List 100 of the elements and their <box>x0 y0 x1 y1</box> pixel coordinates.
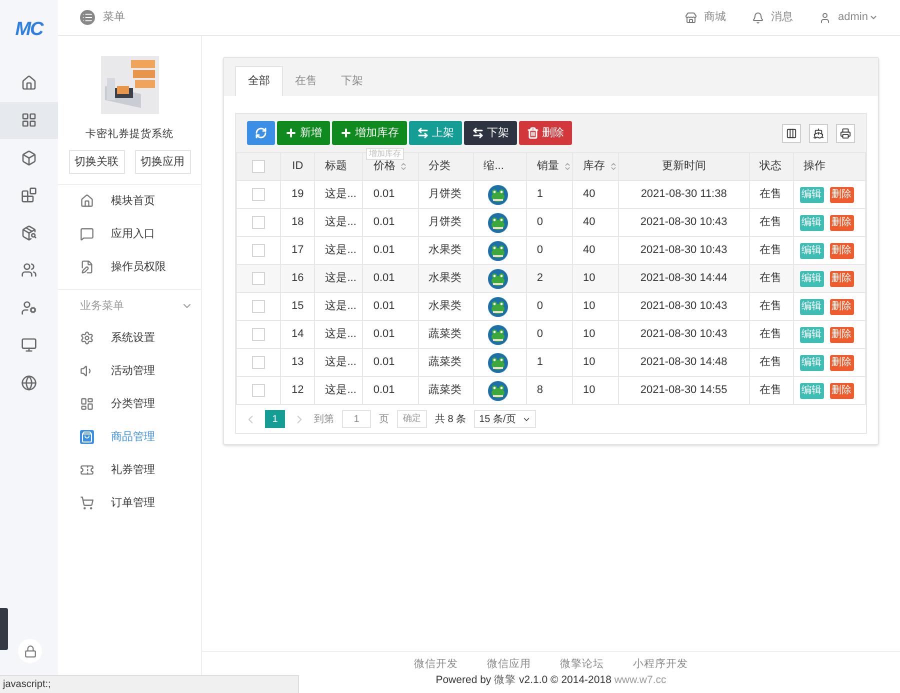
toolbar-button[interactable]: 增加库存 <box>332 121 407 145</box>
row-checkbox[interactable] <box>252 244 266 257</box>
menu-label[interactable]: 菜单 <box>103 9 125 26</box>
columns-button[interactable] <box>782 124 801 142</box>
logo: MC <box>15 18 43 42</box>
sidebar-item[interactable]: 系统设置 <box>58 322 201 355</box>
table-cell: 0.01 <box>373 216 395 228</box>
table-cell: 10 <box>583 384 596 396</box>
confirm-button[interactable]: 确定 <box>397 410 427 428</box>
delete-button[interactable]: 删除 <box>830 242 854 258</box>
page-size-select[interactable]: 15 条/页 <box>474 410 536 428</box>
sidebar-item[interactable]: 活动管理 <box>58 354 201 388</box>
tab[interactable]: 全部 <box>235 66 283 96</box>
row-checkbox[interactable] <box>252 328 266 341</box>
rail-item[interactable] <box>0 102 58 139</box>
table-cell: 这是... <box>325 328 356 340</box>
row-checkbox[interactable] <box>252 272 266 285</box>
table-cell: 13 <box>292 356 304 368</box>
page-input[interactable]: 1 <box>342 410 371 428</box>
tooltip: 增加库存 <box>366 148 404 160</box>
table-cell: 2 <box>536 272 543 284</box>
table-cell: 2021-08-30 10:43 <box>640 328 728 340</box>
edit-button[interactable]: 编辑 <box>800 270 824 286</box>
toolbar-button[interactable]: 上架 <box>409 121 462 145</box>
menu-icon <box>80 10 95 25</box>
sidebar-item[interactable]: 分类管理 <box>58 388 201 421</box>
delete-button[interactable]: 删除 <box>830 270 854 286</box>
edit-button[interactable]: 编辑 <box>800 298 824 314</box>
table-cell: 10 <box>583 356 596 368</box>
top-link[interactable]: 商城 <box>685 9 726 26</box>
edit-button[interactable]: 编辑 <box>800 186 824 202</box>
sidebar-item[interactable]: 订单管理 <box>58 486 201 520</box>
export-button[interactable] <box>809 124 828 142</box>
row-checkbox[interactable] <box>252 356 266 369</box>
table-cell: 0.01 <box>373 356 395 368</box>
lock-button[interactable] <box>18 639 42 663</box>
switch-button[interactable]: 切换应用 <box>134 150 190 174</box>
delete-button[interactable]: 删除 <box>830 354 854 370</box>
row-checkbox[interactable] <box>252 300 266 313</box>
footer-link[interactable]: 小程序开发 <box>633 656 688 672</box>
sidebar-item[interactable]: 模块首页 <box>58 184 201 218</box>
edit-button[interactable]: 编辑 <box>800 354 824 370</box>
sort-icon[interactable] <box>609 162 618 171</box>
refresh-button[interactable] <box>247 121 275 145</box>
switch-button[interactable]: 切换关联 <box>68 150 124 174</box>
delete-button[interactable]: 删除 <box>830 214 854 230</box>
sidebar-item[interactable]: 操作员权限 <box>58 250 201 284</box>
delete-button[interactable]: 删除 <box>830 382 854 398</box>
table-cell: 40 <box>583 188 596 200</box>
footer-link[interactable]: 微擎论坛 <box>560 656 604 672</box>
top-link[interactable]: 消息 <box>752 9 794 26</box>
sidebar-item[interactable]: 应用入口 <box>58 218 201 251</box>
table-cell: 在售 <box>760 384 782 396</box>
edit-button[interactable]: 编辑 <box>800 242 824 258</box>
footer-link[interactable]: 微信开发 <box>414 656 458 672</box>
layout-icon <box>80 397 94 412</box>
table-cell: 蔬菜类 <box>428 384 462 396</box>
select-all-checkbox[interactable] <box>252 160 266 173</box>
row-checkbox[interactable] <box>252 384 266 397</box>
sidebar-item[interactable]: 礼券管理 <box>58 454 201 487</box>
row-checkbox[interactable] <box>252 216 266 229</box>
print-button[interactable] <box>836 124 855 142</box>
row-checkbox[interactable] <box>252 188 266 201</box>
delete-button[interactable]: 删除 <box>830 326 854 342</box>
delete-button[interactable]: 删除 <box>830 186 854 202</box>
edit-button[interactable]: 编辑 <box>800 214 824 230</box>
chat-icon <box>80 227 94 242</box>
column-header: 标题 <box>325 159 348 174</box>
sidebar-item[interactable]: 商品管理 <box>58 420 201 454</box>
toolbar-button[interactable]: 删除 <box>519 121 572 145</box>
sort-icon[interactable] <box>399 162 408 171</box>
table-cell: 这是... <box>325 356 356 368</box>
table-cell: 0.01 <box>373 188 395 200</box>
edit-button[interactable]: 编辑 <box>800 326 824 342</box>
table-cell: 蔬菜类 <box>428 356 462 368</box>
ship-icon <box>813 128 824 138</box>
globe-icon <box>21 374 37 391</box>
page-button[interactable]: 1 <box>265 410 285 428</box>
table-cell: 这是... <box>325 244 356 256</box>
sort-icon[interactable] <box>562 162 572 171</box>
edit-button[interactable]: 编辑 <box>800 382 824 398</box>
table-cell: 在售 <box>760 356 782 368</box>
tab[interactable]: 下架 <box>329 66 375 96</box>
print-icon <box>840 128 851 138</box>
tab[interactable]: 在售 <box>283 66 329 96</box>
table-cell: 在售 <box>760 216 782 228</box>
table-cell: 0 <box>536 300 543 312</box>
document-icon <box>80 260 94 274</box>
status-bar: javascript:; <box>0 675 299 693</box>
table-cell: 这是... <box>325 272 356 284</box>
toolbar-button[interactable]: 下架 <box>464 121 517 145</box>
menu-group-header[interactable]: 业务菜单 <box>58 288 201 322</box>
toolbar-button[interactable]: 新增 <box>277 121 330 145</box>
table-cell: 这是... <box>325 384 356 396</box>
table-cell: 2021-08-30 14:44 <box>640 272 728 284</box>
delete-button[interactable]: 删除 <box>830 298 854 314</box>
top-link[interactable]: admin <box>819 9 878 26</box>
grid-icon <box>21 112 37 128</box>
footer-link[interactable]: 微信应用 <box>487 656 531 672</box>
table-cell: 8 <box>536 384 543 396</box>
